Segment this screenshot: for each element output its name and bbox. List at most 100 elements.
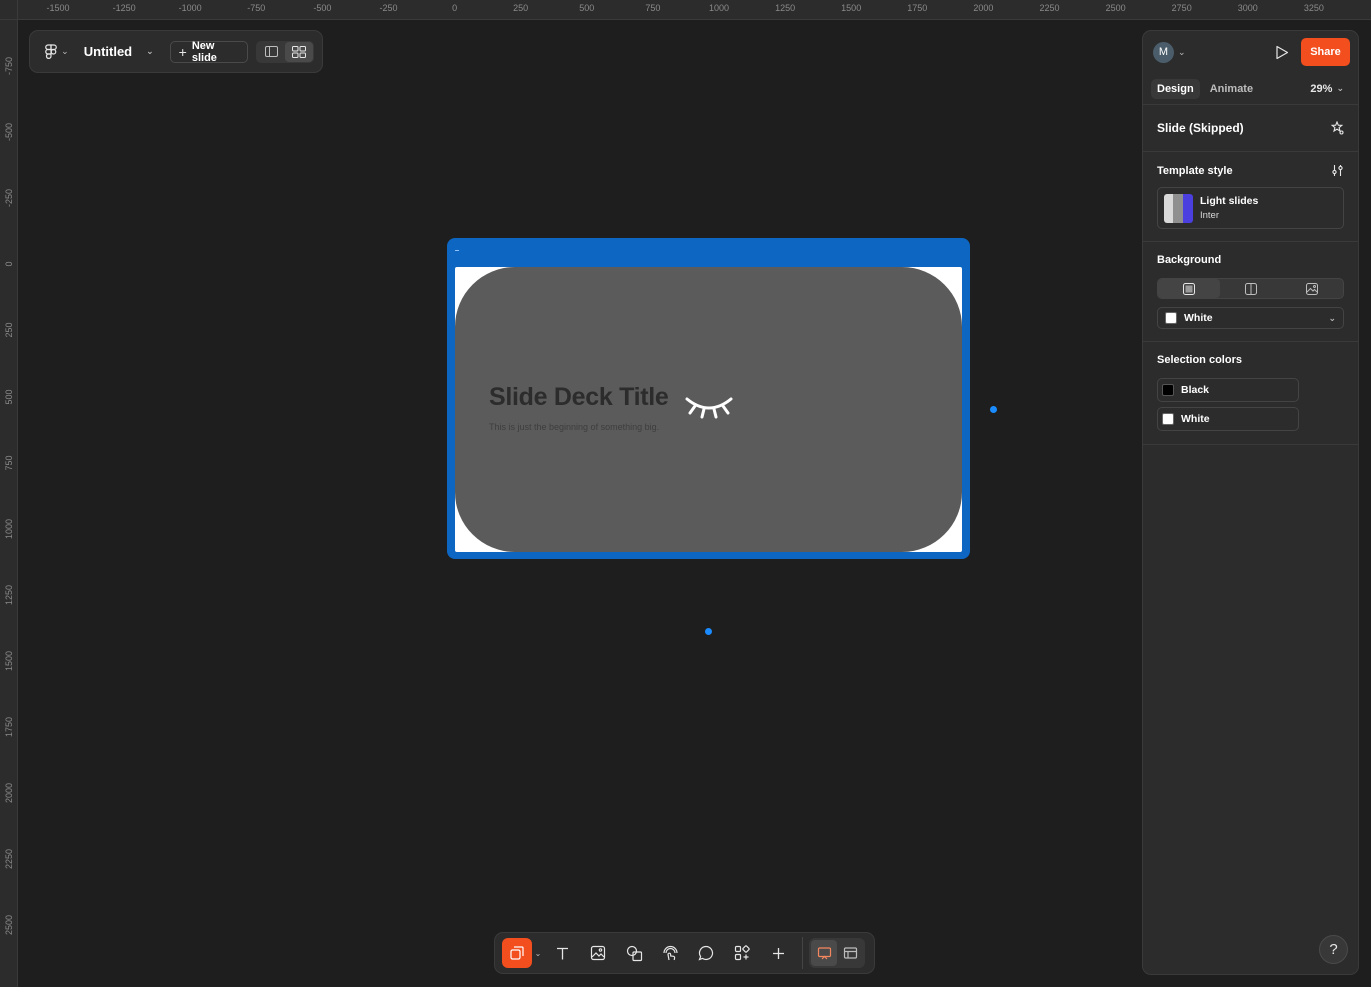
single-slide-view-button[interactable] (257, 42, 285, 62)
main-menu-button[interactable]: ⌄ (38, 38, 76, 66)
background-swatch (1165, 312, 1177, 324)
image-icon (590, 945, 606, 961)
grid-view-button[interactable] (285, 41, 313, 62)
properties-panel: M ⌄ Share Design Animate 29% ⌄ Slide (Sk… (1142, 30, 1359, 975)
ruler-tick-label-x: 500 (579, 3, 595, 13)
ruler-tick-label-x: 1250 (775, 3, 796, 13)
ruler-tick-label-x: 250 (513, 3, 529, 13)
background-color-dropdown[interactable]: White ⌄ (1157, 307, 1344, 329)
chevron-down-icon: ⌄ (1328, 312, 1336, 323)
slide-tool-button[interactable] (502, 938, 532, 968)
components-icon (734, 945, 750, 961)
new-slide-button[interactable]: + New slide (169, 39, 248, 64)
tab-animate[interactable]: Animate (1204, 79, 1259, 99)
panel-header: M ⌄ Share (1143, 31, 1358, 73)
ruler-tick-label-x: 1000 (708, 3, 730, 13)
background-type-selector (1157, 278, 1344, 299)
ruler-tick-label-y: 1000 (4, 518, 14, 539)
template-thumbnail (1164, 193, 1193, 223)
plus-icon: + (178, 43, 187, 60)
selection-title: Slide (Skipped) (1157, 121, 1244, 135)
selection-color-white[interactable]: White (1157, 407, 1299, 431)
slide-canvas[interactable]: Slide Deck Title This is just the beginn… (455, 267, 962, 552)
view-toggle (256, 40, 314, 63)
ruler-tick-label-x: -500 (313, 3, 332, 13)
mode-toggle (809, 938, 865, 968)
app-window: -1500 -1250 -1000 -750 -500 -250 0 250 500 750 100… (0, 0, 1371, 987)
ruler-tick-label-x: 2750 (1171, 3, 1192, 13)
add-button[interactable] (760, 937, 796, 969)
dev-mode-button[interactable] (837, 940, 863, 966)
ruler-tick-label-y: -500 (4, 123, 14, 142)
ruler-tick-label-x: 750 (645, 3, 661, 13)
selection-colors-heading: Selection colors (1157, 354, 1242, 366)
document-title-text: Untitled (83, 44, 133, 59)
ruler-tick-label-y: 250 (4, 322, 14, 338)
gradient-fill-icon (1244, 282, 1257, 295)
template-style-section: Template style Light slides Inter (1143, 152, 1358, 242)
chevron-down-icon: ⌄ (61, 46, 69, 56)
slide-subtitle[interactable]: This is just the beginning of something … (489, 422, 659, 432)
gradient-fill-option[interactable] (1220, 279, 1282, 298)
image-tool-button[interactable] (580, 937, 616, 969)
ruler-tick-label-y: 1250 (4, 584, 14, 605)
chevron-down-icon: ⌄ (1336, 83, 1344, 93)
selection-section: Slide (Skipped) (1143, 105, 1358, 152)
selection-colors-section: Selection colors Black White (1143, 342, 1358, 445)
ruler-tick-label-y: -750 (4, 57, 14, 76)
avatar: M (1153, 41, 1174, 63)
shape-tool-button[interactable] (616, 937, 652, 969)
ruler-tick-label-x: 2250 (1039, 3, 1060, 13)
text-tool-button[interactable] (544, 937, 580, 969)
solid-fill-option[interactable] (1158, 279, 1220, 298)
ruler-tick-label-x: 2000 (973, 3, 994, 13)
template-style-card[interactable]: Light slides Inter (1157, 187, 1344, 229)
color-swatch (1162, 384, 1174, 396)
new-slide-label: New slide (191, 39, 217, 64)
ruler-tick-label-x: 3000 (1237, 3, 1258, 13)
components-tool-button[interactable] (724, 937, 760, 969)
ruler-tick-label-x: 1500 (841, 3, 862, 13)
slides-mode-button[interactable] (811, 940, 837, 966)
ruler-tick-label-x: 1750 (907, 3, 928, 13)
horizontal-ruler: -1500 -1250 -1000 -750 -500 -250 0 250 500 750 100… (0, 0, 1371, 20)
slide-frame-icon (510, 946, 524, 960)
comment-tool-button[interactable] (688, 937, 724, 969)
selection-color-black[interactable]: Black (1157, 378, 1299, 402)
ruler-tick-label-x: -1500 (46, 3, 70, 13)
ruler-tick-label-y: 2000 (4, 783, 14, 804)
image-fill-option[interactable] (1281, 279, 1343, 298)
gear-sparkle-icon[interactable] (1330, 121, 1344, 135)
ruler-tick-label-x: -750 (247, 3, 266, 13)
template-style-heading: Template style (1157, 164, 1233, 177)
sidebar-layout-icon (264, 46, 278, 57)
presentation-icon (817, 946, 831, 959)
help-button[interactable]: ? (1319, 935, 1348, 964)
user-menu[interactable]: M ⌄ (1153, 41, 1186, 63)
interactive-tool-button[interactable] (652, 937, 688, 969)
adjust-icon[interactable] (1331, 164, 1344, 177)
ruler-tick-label-y: 1750 (4, 716, 14, 738)
zoom-dropdown[interactable]: 29% ⌄ (1310, 83, 1350, 95)
add-slide-below-handle[interactable] (705, 628, 712, 635)
chevron-down-icon: ⌄ (146, 46, 154, 56)
template-font: Inter (1200, 210, 1220, 221)
shapes-icon (626, 945, 642, 961)
ruler-tick-label-x: -1250 (112, 3, 136, 13)
background-section: Background White ⌄ (1143, 242, 1358, 342)
selected-slide-frame[interactable]: Slide Deck Title This is just the beginn… (447, 238, 970, 559)
ruler-tick-label-y: 750 (4, 455, 14, 471)
top-toolbar: ⌄ Untitled ⌄ + New slide (29, 30, 323, 73)
slide-title[interactable]: Slide Deck Title (489, 383, 669, 412)
background-color-value: White (1184, 312, 1213, 324)
solid-fill-icon (1182, 282, 1195, 295)
share-button[interactable]: Share (1301, 38, 1350, 66)
chevron-down-icon[interactable]: ⌄ (532, 949, 544, 958)
document-title[interactable]: Untitled ⌄ (84, 44, 154, 59)
tab-design[interactable]: Design (1151, 78, 1200, 99)
template-name: Light slides (1200, 195, 1259, 207)
ruler-tick-label-x: 0 (452, 3, 458, 13)
present-button[interactable] (1271, 41, 1293, 63)
play-icon (1276, 45, 1289, 59)
add-slide-right-handle[interactable] (990, 406, 997, 413)
